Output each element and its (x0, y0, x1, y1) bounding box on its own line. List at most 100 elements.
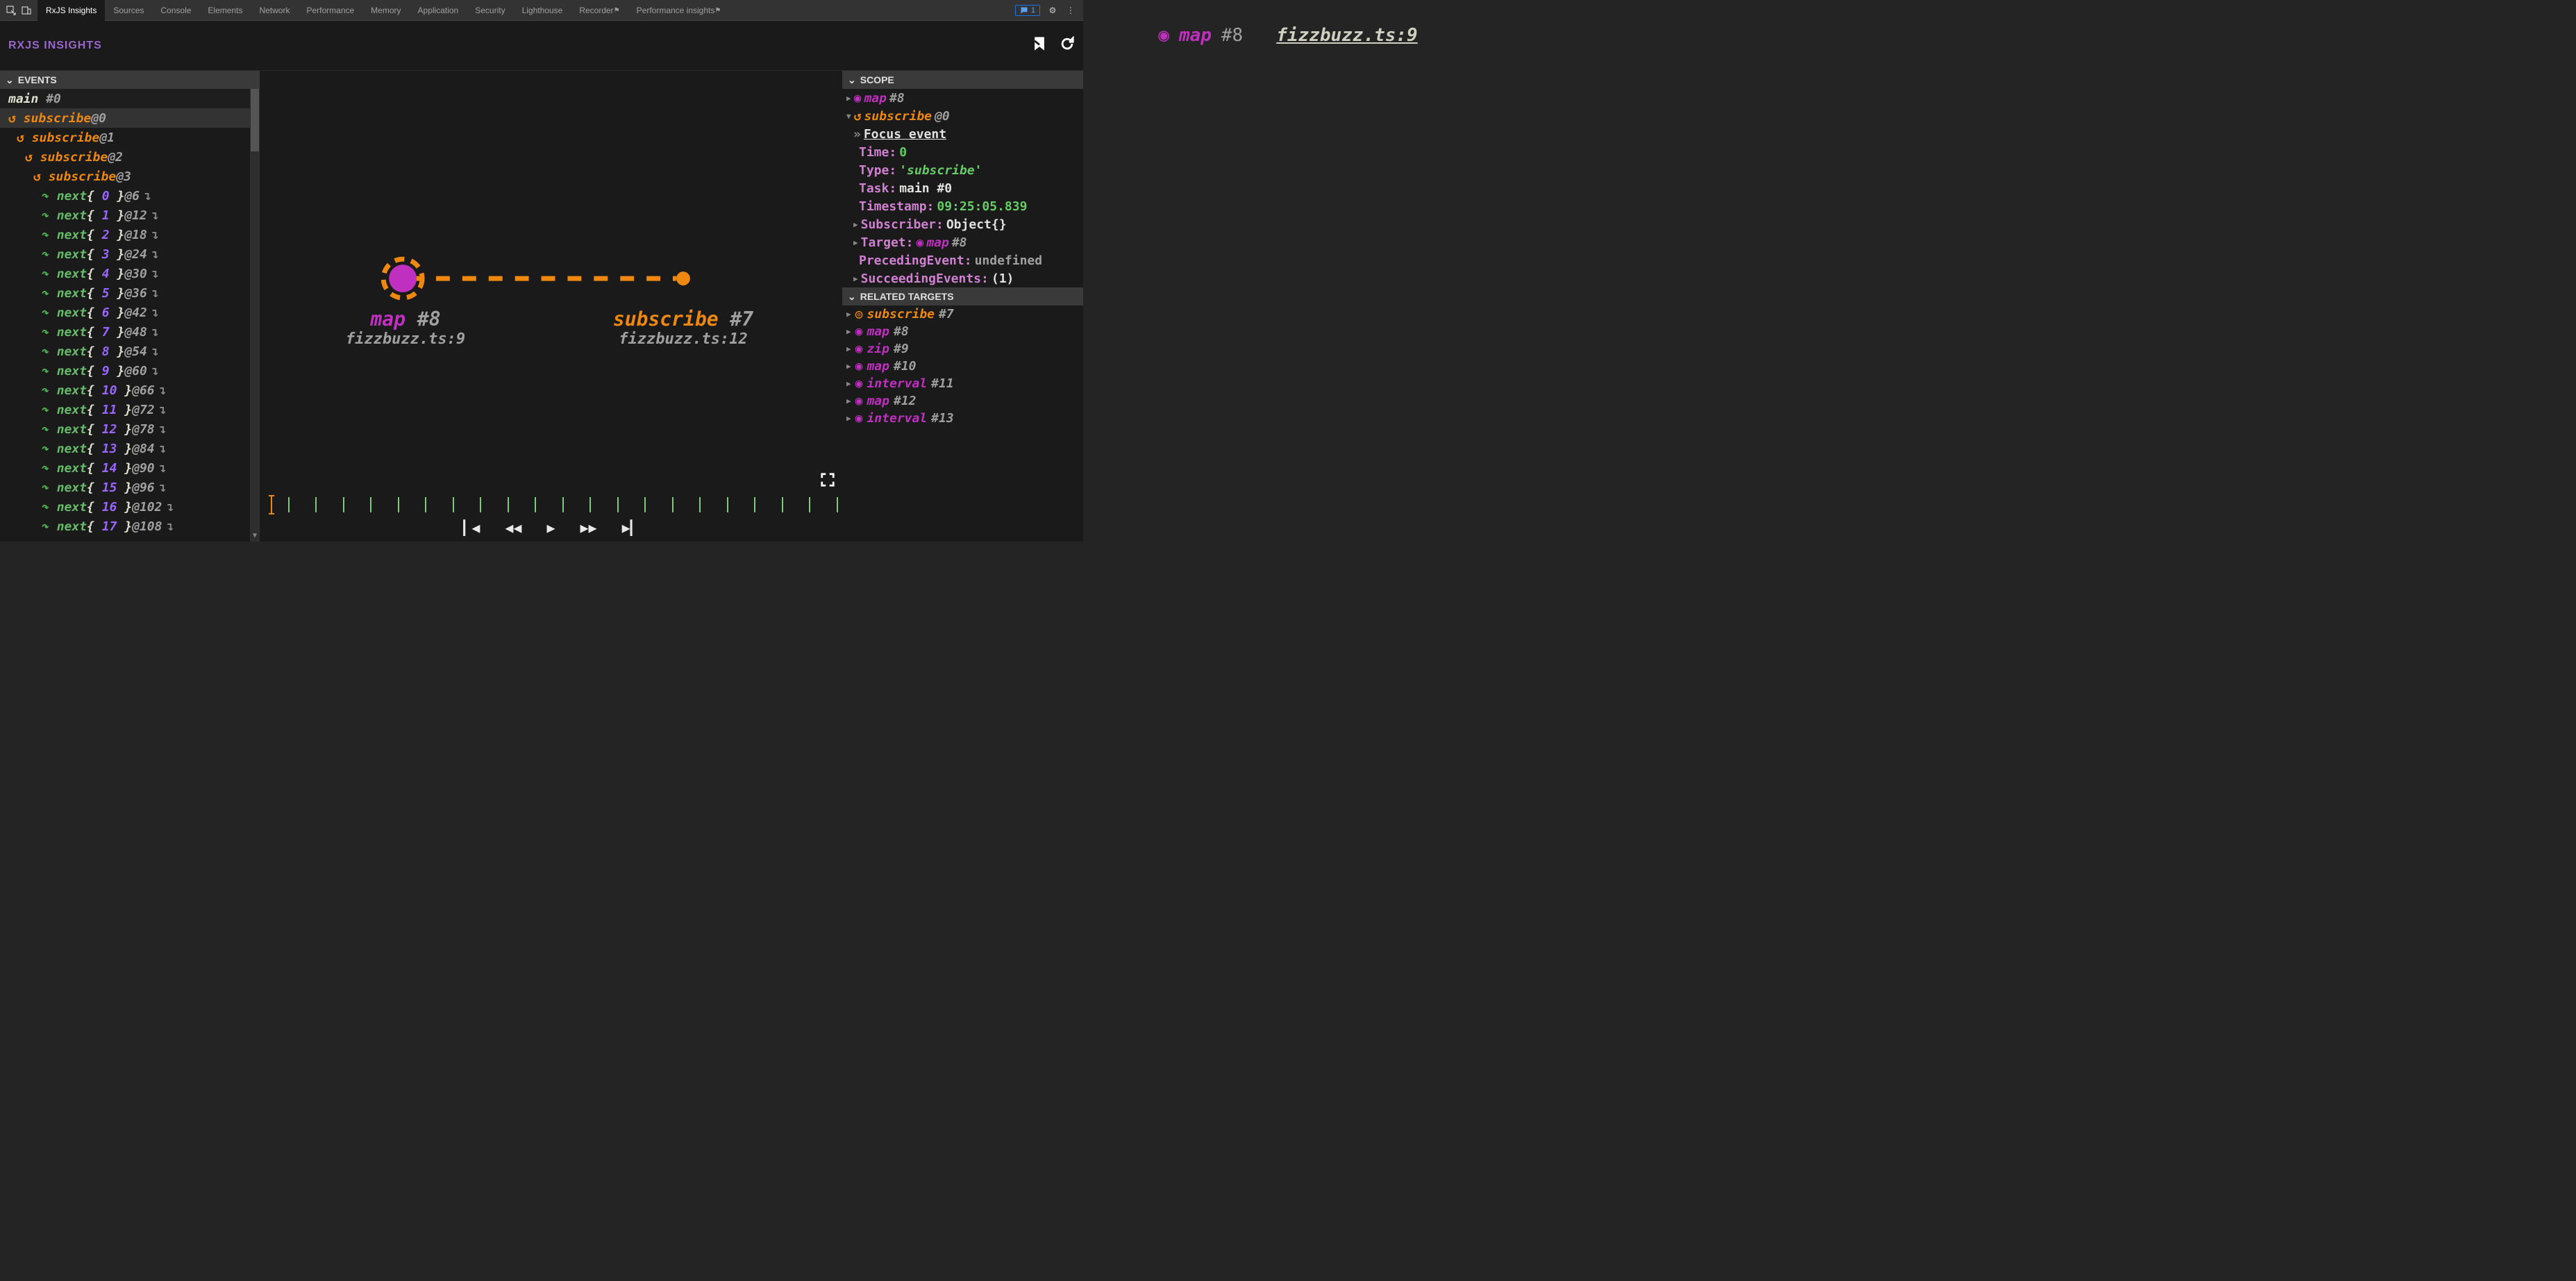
devtools-tab-performance-insights[interactable]: Performance insights ⚑ (628, 0, 730, 21)
timeline-tick[interactable] (343, 497, 344, 512)
play-icon[interactable]: ▶ (546, 519, 555, 536)
expand-icon: ▶ (853, 220, 858, 229)
event-subscribe-2[interactable]: ↺ subscribe @2 (0, 147, 260, 167)
scope-target-row[interactable]: ▶ ◉ map #8 (842, 89, 1083, 107)
event-subscribe-0[interactable]: ↺ subscribe @0 (0, 108, 260, 128)
timeline-tick[interactable] (453, 497, 454, 512)
event-next-54[interactable]: ↷ next { 8 } @54↴ (0, 342, 260, 361)
event-next-42[interactable]: ↷ next { 6 } @42↴ (0, 303, 260, 322)
brand-title: RXJS INSIGHTS (8, 40, 102, 52)
timeline-tick[interactable] (480, 497, 481, 512)
timeline-tick[interactable] (754, 497, 755, 512)
kebab-menu-icon[interactable]: ⋮ (1065, 5, 1076, 16)
timeline-tick[interactable] (508, 497, 509, 512)
fullscreen-icon[interactable] (820, 472, 835, 491)
event-next-96[interactable]: ↷ next { 15 } @96↴ (0, 478, 260, 497)
timeline-tick[interactable] (617, 497, 619, 512)
event-next-90[interactable]: ↷ next { 14 } @90↴ (0, 458, 260, 478)
event-next-36[interactable]: ↷ next { 5 } @36↴ (0, 283, 260, 303)
event-next-108[interactable]: ↷ next { 17 } @108↴ (0, 517, 260, 536)
devtools-tab-security[interactable]: Security (467, 0, 513, 21)
player-controls: ▎◀ ◀◀ ▶ ▶▶ ▶▎ (260, 519, 842, 536)
event-next-30[interactable]: ↷ next { 4 } @30↴ (0, 264, 260, 283)
timeline-tick[interactable] (425, 497, 426, 512)
devtools-tab-elements[interactable]: Elements (199, 0, 251, 21)
events-scrollbar[interactable]: ▼ (250, 89, 260, 542)
events-task-main[interactable]: main #0 (0, 89, 260, 108)
related-map-10[interactable]: ▶◉map#10 (842, 358, 1083, 375)
device-toggle-icon[interactable] (21, 5, 32, 16)
event-next-102[interactable]: ↷ next { 16 } @102↴ (0, 497, 260, 517)
timeline-tick[interactable] (589, 497, 591, 512)
related-panel-header[interactable]: ⌄RELATED TARGETS (842, 287, 1083, 305)
settings-icon[interactable]: ⚙ (1047, 5, 1058, 16)
timeline[interactable] (265, 494, 837, 515)
scope-target-detail-row[interactable]: ▶Target: ◉ map #8 (842, 233, 1083, 251)
scrollbar-thumb[interactable] (251, 89, 259, 151)
rewind-icon[interactable]: ◀◀ (505, 519, 521, 536)
expand-icon: ▶ (853, 274, 858, 283)
event-next-12[interactable]: ↷ next { 1 } @12↴ (0, 206, 260, 225)
timeline-tick[interactable] (644, 497, 646, 512)
timeline-tick[interactable] (535, 497, 536, 512)
scope-panel-header[interactable]: ⌄SCOPE (842, 71, 1083, 89)
devtools-tab-performance[interactable]: Performance (298, 0, 362, 21)
scope-succeeding-row[interactable]: ▶SucceedingEvents: (1) (842, 269, 1083, 287)
bookmark-icon[interactable] (1032, 36, 1047, 55)
graph-node-map[interactable]: map #8 fizzbuzz.ts:9 (340, 308, 471, 348)
related-interval-13[interactable]: ▶◉interval#13 (842, 410, 1083, 427)
devtools-tab-recorder[interactable]: Recorder ⚑ (571, 0, 628, 21)
devtools-tab-rxjs-insights[interactable]: RxJS Insights (37, 0, 105, 21)
devtools-tab-application[interactable]: Application (410, 0, 467, 21)
fast-forward-icon[interactable]: ▶▶ (580, 519, 597, 536)
timeline-tick[interactable] (837, 497, 838, 512)
event-next-48[interactable]: ↷ next { 7 } @48↴ (0, 322, 260, 342)
related-interval-11[interactable]: ▶◉interval#11 (842, 375, 1083, 392)
devtools-tab-console[interactable]: Console (152, 0, 199, 21)
messages-badge[interactable]: 1 (1015, 5, 1040, 16)
related-map-8[interactable]: ▶◉map#8 (842, 323, 1083, 340)
timeline-tick[interactable] (562, 497, 564, 512)
event-next-84[interactable]: ↷ next { 13 } @84↴ (0, 439, 260, 458)
timeline-tick[interactable] (809, 497, 810, 512)
graph-node-subscribe[interactable]: subscribe #7 fizzbuzz.ts:12 (593, 308, 773, 348)
event-next-78[interactable]: ↷ next { 12 } @78↴ (0, 419, 260, 439)
devtools-tab-memory[interactable]: Memory (362, 0, 409, 21)
timeline-tick[interactable] (782, 497, 783, 512)
timeline-tick[interactable] (370, 497, 371, 512)
event-next-72[interactable]: ↷ next { 11 } @72↴ (0, 400, 260, 419)
timeline-tick[interactable] (288, 497, 290, 512)
timeline-tick[interactable] (727, 497, 728, 512)
event-next-66[interactable]: ↷ next { 10 } @66↴ (0, 380, 260, 400)
scope-panel: ⌄SCOPE ▶ ◉ map #8 ▼ ↺ subscribe @0 »Focu… (842, 71, 1083, 542)
event-next-24[interactable]: ↷ next { 3 } @24↴ (0, 244, 260, 264)
devtools-tab-lighthouse[interactable]: Lighthouse (514, 0, 571, 21)
event-next-6[interactable]: ↷ next { 0 } @6↴ (0, 186, 260, 206)
timeline-tick[interactable] (315, 497, 317, 512)
source-location-link[interactable]: fizzbuzz.ts:9 (1276, 25, 1418, 46)
event-subscribe-1[interactable]: ↺ subscribe @1 (0, 128, 260, 147)
devtools-tab-network[interactable]: Network (251, 0, 298, 21)
skip-start-icon[interactable]: ▎◀ (463, 519, 480, 536)
skip-end-icon[interactable]: ▶▎ (622, 519, 639, 536)
event-subscribe-3[interactable]: ↺ subscribe @3 (0, 167, 260, 186)
scope-event-row[interactable]: ▼ ↺ subscribe @0 (842, 107, 1083, 125)
scope-subscriber-row[interactable]: ▶Subscriber: Object{} (842, 215, 1083, 233)
timeline-tick[interactable] (699, 497, 701, 512)
inspect-icon[interactable] (6, 5, 17, 16)
scroll-down-icon[interactable]: ▼ (250, 532, 260, 542)
focus-event-link[interactable]: »Focus event (842, 125, 1083, 143)
related-subscribe-7[interactable]: ▶◎subscribe#7 (842, 305, 1083, 323)
related-zip-9[interactable]: ▶◉zip#9 (842, 340, 1083, 358)
refresh-icon[interactable] (1060, 36, 1075, 55)
events-panel-header[interactable]: ⌄ EVENTS (0, 71, 260, 89)
devtools-tab-bar: RxJS InsightsSourcesConsoleElementsNetwo… (0, 0, 1083, 21)
related-map-12[interactable]: ▶◉map#12 (842, 392, 1083, 410)
timeline-tick[interactable] (672, 497, 674, 512)
event-next-18[interactable]: ↷ next { 2 } @18↴ (0, 225, 260, 244)
graph-canvas[interactable]: map #8 fizzbuzz.ts:9 subscribe #7 fizzbu… (260, 71, 842, 542)
timeline-cursor[interactable] (271, 495, 272, 514)
timeline-tick[interactable] (398, 497, 399, 512)
event-next-60[interactable]: ↷ next { 9 } @60↴ (0, 361, 260, 380)
devtools-tab-sources[interactable]: Sources (105, 0, 152, 21)
